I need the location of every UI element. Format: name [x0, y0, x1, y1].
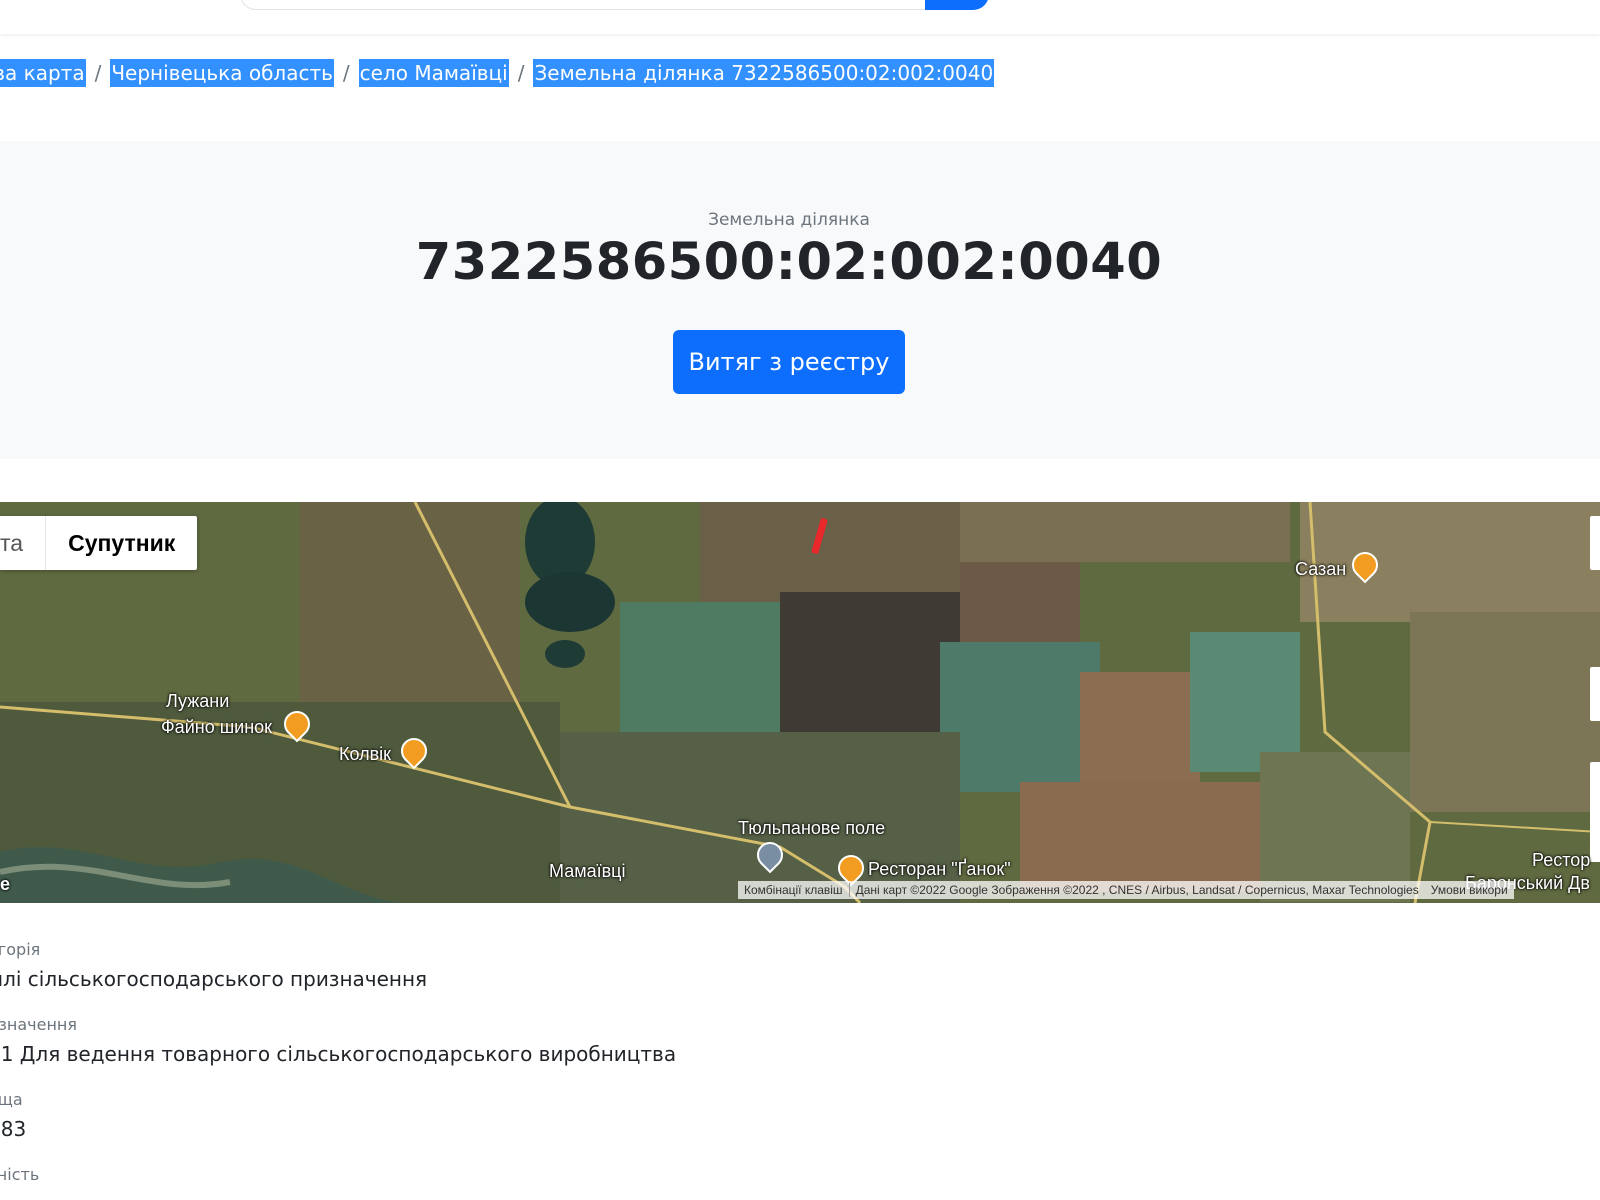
map-type-control: та Супутник	[0, 516, 198, 570]
purpose-value: 01 Для ведення товарного сільськогоспода…	[0, 1042, 677, 1066]
breadcrumb-separator: /	[94, 61, 102, 85]
area-value: 283	[0, 1117, 27, 1141]
purpose-label: изначення	[0, 1015, 78, 1034]
place-label[interactable]: Ресторан "Ґанок"	[868, 859, 1011, 880]
breadcrumb: ова карта / Чернівецька область / село М…	[0, 57, 995, 89]
breadcrumb-village[interactable]: село Мамаївці	[358, 59, 509, 87]
fullscreen-button[interactable]	[1590, 516, 1600, 570]
parcel-details: егорія млі сільськогосподарського призна…	[0, 940, 676, 1184]
place-label[interactable]: Колвік	[339, 744, 391, 765]
street-view-pegman[interactable]	[1590, 667, 1600, 721]
breadcrumb-region[interactable]: Чернівецька область	[110, 59, 334, 87]
breadcrumb-map[interactable]: ова карта	[0, 59, 86, 87]
search-input[interactable]	[240, 0, 942, 10]
map-type-satellite-button[interactable]: Супутник	[46, 516, 197, 570]
breadcrumb-current: Земельна ділянка 7322586500:02:002:0040	[533, 59, 995, 87]
breadcrumb-separator: /	[342, 61, 350, 85]
top-navbar	[0, 0, 1600, 34]
category-label: егорія	[0, 940, 41, 959]
terms-link[interactable]: Умови викори	[1425, 883, 1514, 897]
place-label[interactable]: Тюльпанове поле	[738, 818, 885, 839]
category-value: млі сільськогосподарського призначення	[0, 967, 428, 991]
search-button[interactable]	[925, 0, 989, 10]
area-label: оща	[0, 1090, 23, 1109]
place-label: Мамаївці	[549, 861, 626, 881]
map-type-map-button[interactable]: та	[0, 516, 47, 570]
parcel-subtitle: Земельна ділянка	[708, 210, 870, 230]
satellite-map[interactable]: та Супутник Лужани Файно шинок Колвік Са…	[0, 502, 1600, 903]
parcel-header: Земельна ділянка 7322586500:02:002:0040 …	[0, 141, 1600, 459]
place-label[interactable]: Файно шинок	[161, 717, 272, 738]
place-label[interactable]: Рестор	[1532, 850, 1590, 871]
map-attribution: Комбінації клавіш Дані карт ©2022 Google…	[738, 881, 1514, 899]
place-label[interactable]: Сазан	[1295, 559, 1346, 580]
keyboard-shortcuts-link[interactable]: Комбінації клавіш	[738, 883, 849, 897]
google-logo: e	[0, 874, 11, 894]
breadcrumb-separator: /	[517, 61, 525, 85]
place-label: Лужани	[166, 691, 230, 711]
zoom-control[interactable]	[1590, 762, 1600, 862]
map-data-attribution: Дані карт ©2022 Google Зображення ©2022 …	[855, 883, 1419, 897]
registry-extract-button[interactable]: Витяг з реєстру	[673, 330, 905, 394]
ownership-label: сність	[0, 1165, 40, 1184]
cadastral-number: 7322586500:02:002:0040	[415, 233, 1163, 292]
